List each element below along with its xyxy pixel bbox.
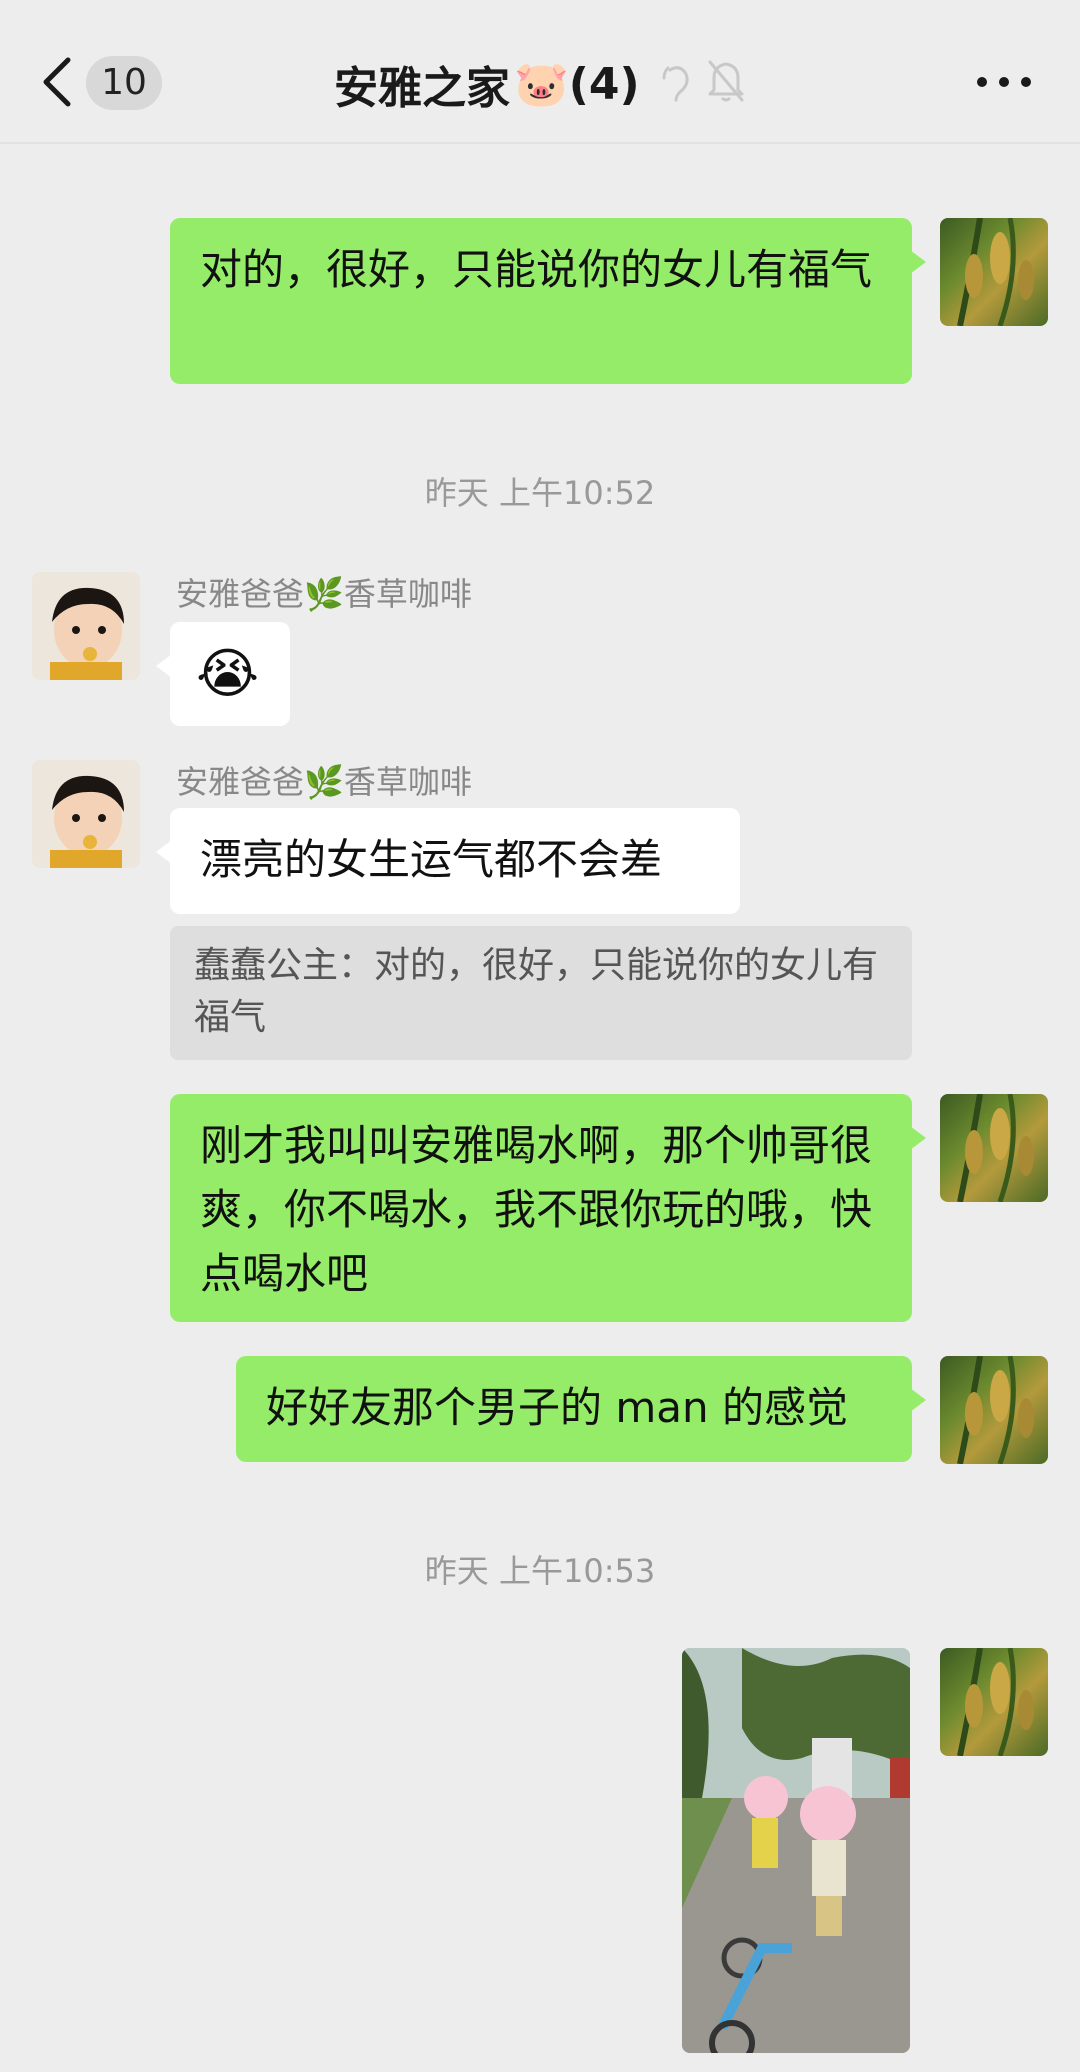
message-bubble-self[interactable]: 好好友那个男子的 man 的感觉 bbox=[236, 1356, 926, 1462]
sender-name: 安雅爸爸🌿香草咖啡 bbox=[176, 763, 472, 801]
message-bubble-other[interactable]: 😭 bbox=[156, 622, 290, 726]
member-count: (4) bbox=[568, 58, 640, 110]
message-bubble-other[interactable]: 漂亮的女生运气都不会差 bbox=[156, 808, 740, 914]
child-avatar-image bbox=[32, 760, 140, 868]
message-text: 好好友那个男子的 man 的感觉 bbox=[266, 1383, 848, 1432]
chat-header: 10 安雅之家 🐷 (4) bbox=[0, 0, 1080, 140]
back-button[interactable] bbox=[38, 52, 78, 112]
pig-emoji: 🐷 bbox=[514, 59, 569, 110]
message-text: 刚才我叫叫安雅喝水啊，那个帅哥很爽，你不喝水，我不跟你玩的哦，快点喝水吧 bbox=[200, 1121, 873, 1298]
avatar-other[interactable] bbox=[32, 760, 140, 868]
sender-name: 安雅爸爸🌿香草咖啡 bbox=[176, 575, 472, 613]
avatar-self[interactable] bbox=[940, 1356, 1048, 1464]
crying-emoji: 😭 bbox=[196, 642, 260, 705]
quoted-reply[interactable]: 蠢蠢公主：对的，很好，只能说你的女儿有福气 bbox=[170, 926, 912, 1060]
child-avatar-image bbox=[32, 572, 140, 680]
message-text: 漂亮的女生运气都不会差 bbox=[200, 835, 663, 884]
avatar-self[interactable] bbox=[940, 218, 1048, 326]
children-walking-photo bbox=[682, 1648, 910, 2053]
chevron-left-icon bbox=[43, 57, 71, 107]
chat-title[interactable]: 安雅之家 🐷 (4) bbox=[334, 54, 640, 115]
photo-message[interactable] bbox=[682, 1648, 910, 2053]
message-bubble-self[interactable]: 对的，很好，只能说你的女儿有福气 bbox=[170, 218, 926, 384]
mute-bell-icon bbox=[708, 60, 744, 102]
rice-avatar-image bbox=[957, 1094, 1034, 1202]
timestamp: 昨天 上午10:53 bbox=[424, 1552, 656, 1590]
header-divider bbox=[0, 142, 1080, 144]
ear-mode-icon bbox=[662, 66, 689, 102]
more-options-button[interactable] bbox=[976, 72, 1032, 92]
unread-count-badge[interactable]: 10 bbox=[86, 56, 162, 110]
rice-avatar-image bbox=[957, 218, 1034, 326]
timestamp: 昨天 上午10:52 bbox=[424, 474, 656, 512]
group-name: 安雅之家 bbox=[334, 63, 510, 114]
quoted-text: 蠢蠢公主：对的，很好，只能说你的女儿有福气 bbox=[194, 945, 879, 1038]
avatar-self[interactable] bbox=[940, 1648, 1048, 1756]
rice-avatar-image bbox=[957, 1648, 1034, 1756]
ellipsis-icon bbox=[977, 77, 1031, 87]
message-text: 对的，很好，只能说你的女儿有福气 bbox=[200, 245, 873, 294]
rice-avatar-image bbox=[957, 1356, 1034, 1464]
avatar-other[interactable] bbox=[32, 572, 140, 680]
message-bubble-self[interactable]: 刚才我叫叫安雅喝水啊，那个帅哥很爽，你不喝水，我不跟你玩的哦，快点喝水吧 bbox=[170, 1094, 926, 1322]
avatar-self[interactable] bbox=[940, 1094, 1048, 1202]
